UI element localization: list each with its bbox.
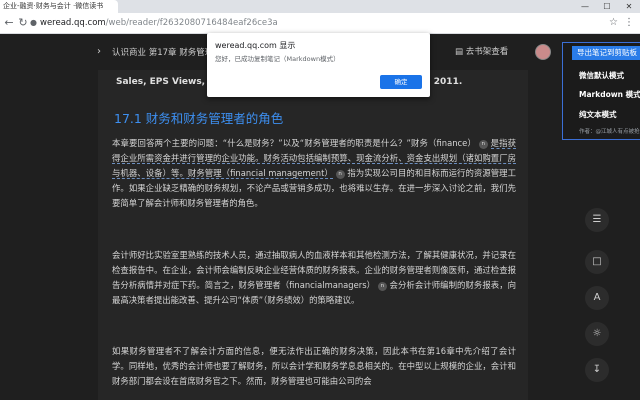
reload-icon[interactable]: ↻ (16, 16, 30, 30)
top-line-start: Sales, EPS Views, Ra (116, 77, 222, 87)
lock-icon: ● (30, 18, 37, 27)
ok-button[interactable]: 确定 (380, 75, 422, 89)
p2-line-5: （财务绩效）的策略建议。 (263, 295, 360, 305)
window-controls: — ☐ ✕ (574, 0, 640, 13)
address-bar: ← ↻ ● weread.qq.com/web/reader/f263208071… (0, 13, 640, 34)
ext-item-markdown[interactable]: Markdown 模式 (579, 89, 640, 100)
alert-dialog: weread.qq.com 显示 您好，已成功复制笔记（Markdown模式） … (207, 33, 430, 97)
p2-line-1: 会计师好比实验室里熟练的技术人员，通过抽取病人的血液样本和其他检测方法，了解其健… (112, 250, 466, 260)
avatar[interactable] (535, 44, 551, 60)
dialog-title: weread.qq.com 显示 (215, 41, 296, 50)
font-icon[interactable]: A (585, 286, 609, 310)
ext-item-weixin[interactable]: 微信默认模式 (579, 70, 624, 81)
reader-chapter-title: 认识商业 第17章 财务管理 (112, 48, 214, 58)
p1-line-6: 的角色。 (229, 198, 263, 208)
paragraph-1: 本章要回答两个主要的问题：“什么是财务？”以及“财务管理者的职责是什么？”财务（… (112, 136, 517, 211)
minimize-button[interactable]: — (574, 0, 596, 13)
theme-icon[interactable]: ☼ (585, 322, 609, 346)
term-managers: managers） (324, 280, 376, 290)
section-title: 17.1 财务和财务管理者的角色 (114, 111, 284, 126)
extension-popup: 导出笔记到剪贴板 微信默认模式 Markdown 模式 纯文本模式 作者：@江城… (562, 42, 640, 140)
tab-title: 企业-融资·财务与会计 ·微信读书 (3, 2, 104, 10)
paragraph-3: 如果财务管理者不了解会计方面的信息，便无法作出正确的财务决策，因此本书在第16章… (112, 344, 516, 389)
ext-author: 作者：@江城人有点被抢走 (579, 129, 640, 135)
menu-icon[interactable]: ⋮ (624, 16, 634, 30)
browser-tab-strip: 企业-融资·财务与会计 ·微信读书 — ☐ ✕ (0, 0, 640, 13)
catalog-icon[interactable]: ☰ (585, 208, 609, 232)
reading-content: Sales, EPS Views, Ra ry 22, 2011. 17.1 财… (98, 70, 528, 400)
term-finance: （finance） (428, 138, 476, 148)
note-icon[interactable]: n (377, 282, 387, 291)
catalog-icon[interactable]: › (97, 46, 101, 57)
back-icon[interactable]: ← (2, 16, 16, 30)
note-icon[interactable]: □ (585, 250, 609, 274)
paragraph-2: 会计师好比实验室里熟练的技术人员，通过抽取病人的血液样本和其他检测方法，了解其健… (112, 248, 516, 308)
star-icon[interactable]: ☆ (609, 16, 618, 30)
note-icon[interactable]: n (335, 170, 345, 179)
ext-export-header[interactable]: 导出笔记到剪贴板 (572, 46, 640, 60)
shelf-label: 去书架查看 (465, 47, 509, 57)
p3-line-1: 如果财务管理者不了解会计方面的信息，便无法作出正确的财务决策，因此本书在第16章… (112, 346, 473, 356)
ext-item-plaintext[interactable]: 纯文本模式 (579, 109, 617, 120)
url-path: /web/reader/f2632080716484eaf26ce3a (105, 18, 278, 28)
download-icon[interactable]: ↧ (585, 358, 609, 382)
url-field[interactable]: ● weread.qq.com/web/reader/f2632080716484… (30, 16, 590, 30)
close-window-button[interactable]: ✕ (618, 0, 640, 13)
dialog-message: 您好，已成功复制笔记（Markdown模式） (215, 55, 340, 63)
url-host: weread.qq.com (40, 18, 106, 28)
note-icon[interactable]: n (478, 140, 488, 149)
browser-tab[interactable]: 企业-融资·财务与会计 ·微信读书 (0, 0, 118, 13)
p1-line-1: 本章要回答两个主要的问题：“什么是财务？”以及“财务管理者的职责是什么？”财务 (112, 138, 429, 148)
maximize-button[interactable]: ☐ (596, 0, 618, 13)
shelf-link[interactable]: ▤ 去书架查看 (455, 45, 508, 57)
